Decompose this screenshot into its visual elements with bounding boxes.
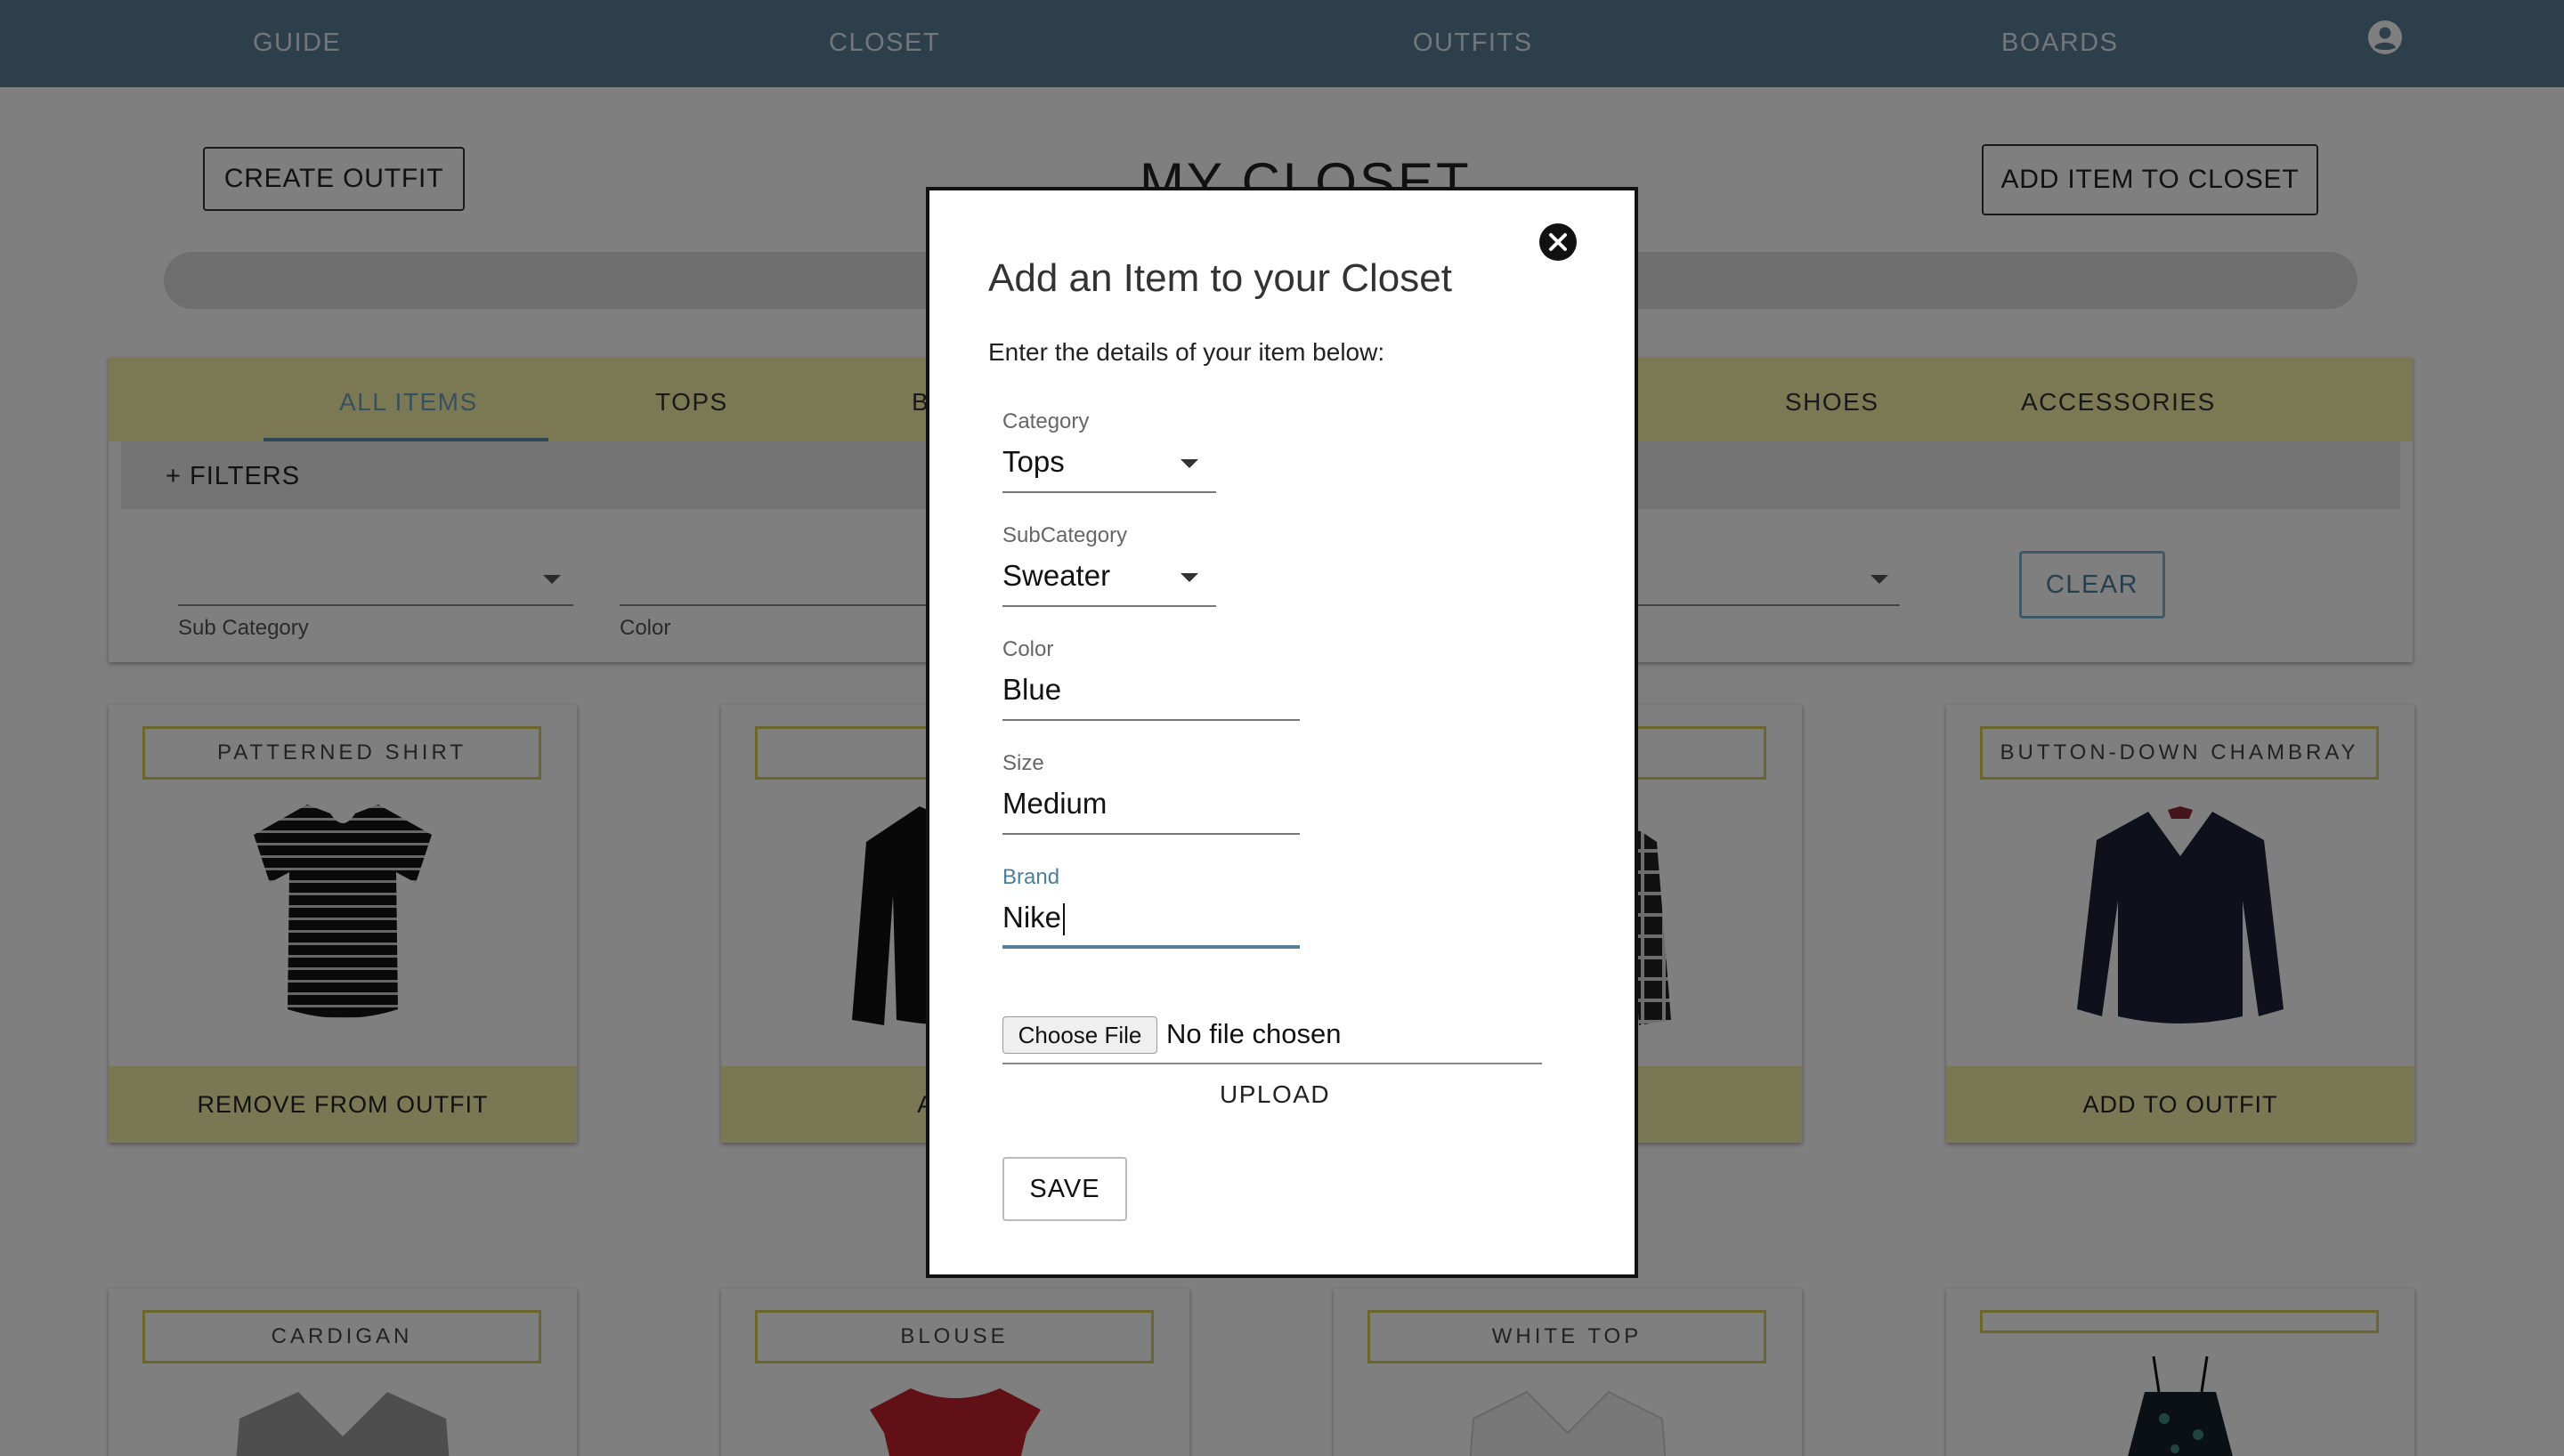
size-field[interactable]: Medium: [1002, 787, 1107, 821]
dialog-subtitle: Enter the details of your item below:: [988, 338, 1385, 366]
close-icon[interactable]: [1538, 222, 1578, 262]
color-field[interactable]: Blue: [1002, 673, 1061, 707]
text-cursor: [1063, 903, 1066, 936]
file-underline: [1002, 1063, 1542, 1064]
category-select[interactable]: Tops: [1002, 445, 1065, 479]
dialog-title: Add an Item to your Closet: [988, 256, 1452, 300]
size-underline: [1002, 833, 1300, 835]
save-button[interactable]: SAVE: [1002, 1157, 1127, 1221]
file-status: No file chosen: [1166, 1018, 1342, 1049]
category-underline: [1002, 491, 1216, 493]
brand-field[interactable]: Nike: [1002, 901, 1066, 936]
subcategory-label: SubCategory: [1002, 523, 1128, 547]
choose-file-button[interactable]: Choose File: [1002, 1016, 1157, 1054]
subcategory-underline: [1002, 605, 1216, 607]
category-label: Category: [1002, 409, 1090, 433]
chevron-down-icon: [1181, 573, 1198, 582]
brand-label: Brand: [1002, 865, 1060, 889]
color-label: Color: [1002, 637, 1054, 661]
brand-value: Nike: [1002, 901, 1062, 934]
chevron-down-icon: [1181, 459, 1198, 468]
subcategory-select[interactable]: Sweater: [1002, 559, 1110, 593]
add-item-dialog: Add an Item to your Closet Enter the det…: [926, 187, 1638, 1278]
upload-button[interactable]: UPLOAD: [1220, 1080, 1330, 1109]
brand-underline: [1002, 945, 1300, 949]
size-label: Size: [1002, 751, 1044, 775]
color-underline: [1002, 719, 1300, 721]
